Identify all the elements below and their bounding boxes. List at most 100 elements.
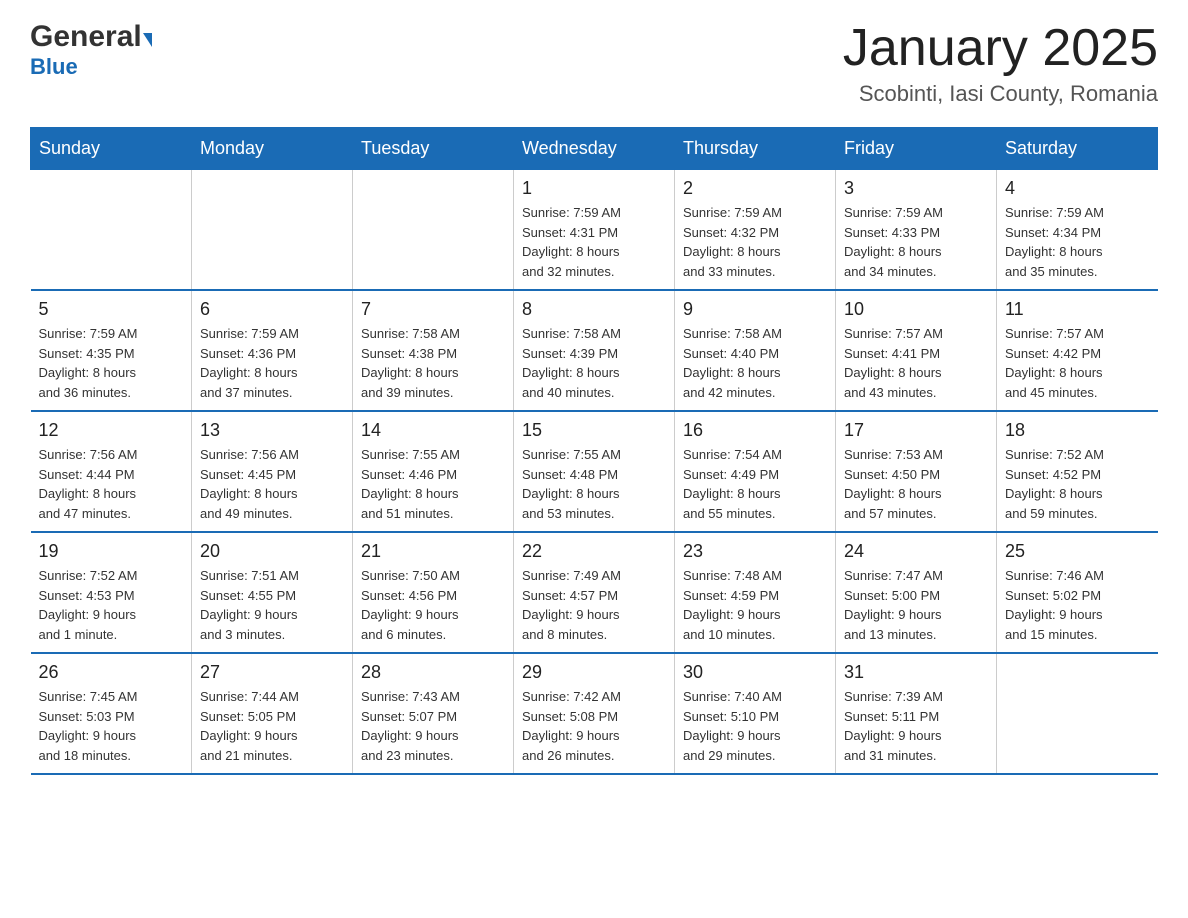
day-number: 22 — [522, 541, 666, 562]
day-number: 28 — [361, 662, 505, 683]
day-info: Sunrise: 7:45 AM Sunset: 5:03 PM Dayligh… — [39, 687, 184, 765]
day-info: Sunrise: 7:54 AM Sunset: 4:49 PM Dayligh… — [683, 445, 827, 523]
day-number: 13 — [200, 420, 344, 441]
day-info: Sunrise: 7:40 AM Sunset: 5:10 PM Dayligh… — [683, 687, 827, 765]
calendar-cell — [353, 170, 514, 291]
day-info: Sunrise: 7:58 AM Sunset: 4:39 PM Dayligh… — [522, 324, 666, 402]
month-title: January 2025 — [843, 20, 1158, 77]
day-number: 8 — [522, 299, 666, 320]
day-info: Sunrise: 7:57 AM Sunset: 4:41 PM Dayligh… — [844, 324, 988, 402]
day-number: 16 — [683, 420, 827, 441]
day-of-week-header: Thursday — [675, 128, 836, 170]
day-info: Sunrise: 7:55 AM Sunset: 4:48 PM Dayligh… — [522, 445, 666, 523]
days-of-week-row: SundayMondayTuesdayWednesdayThursdayFrid… — [31, 128, 1158, 170]
day-of-week-header: Saturday — [997, 128, 1158, 170]
calendar-header: SundayMondayTuesdayWednesdayThursdayFrid… — [31, 128, 1158, 170]
day-number: 7 — [361, 299, 505, 320]
day-number: 15 — [522, 420, 666, 441]
location-text: Scobinti, Iasi County, Romania — [843, 81, 1158, 107]
day-of-week-header: Sunday — [31, 128, 192, 170]
day-info: Sunrise: 7:46 AM Sunset: 5:02 PM Dayligh… — [1005, 566, 1150, 644]
calendar-cell: 12Sunrise: 7:56 AM Sunset: 4:44 PM Dayli… — [31, 411, 192, 532]
day-info: Sunrise: 7:57 AM Sunset: 4:42 PM Dayligh… — [1005, 324, 1150, 402]
day-number: 6 — [200, 299, 344, 320]
day-number: 29 — [522, 662, 666, 683]
day-info: Sunrise: 7:59 AM Sunset: 4:34 PM Dayligh… — [1005, 203, 1150, 281]
day-info: Sunrise: 7:48 AM Sunset: 4:59 PM Dayligh… — [683, 566, 827, 644]
calendar-cell: 18 Sunrise: 7:52 AM Sunset: 4:52 PM Dayli… — [997, 411, 1158, 532]
day-number: 26 — [39, 662, 184, 683]
day-info: Sunrise: 7:59 AM Sunset: 4:36 PM Dayligh… — [200, 324, 344, 402]
calendar-cell: 11 Sunrise: 7:57 AM Sunset: 4:42 PM Dayli… — [997, 290, 1158, 411]
calendar-body: 1 Sunrise: 7:59 AM Sunset: 4:31 PM Daylig… — [31, 170, 1158, 775]
day-info: Sunrise: 7:55 AM Sunset: 4:46 PM Dayligh… — [361, 445, 505, 523]
day-number: 23 — [683, 541, 827, 562]
day-info: Sunrise: 7:53 AM Sunset: 4:50 PM Dayligh… — [844, 445, 988, 523]
logo-arrow-icon — [143, 33, 152, 47]
calendar-week-row: 19 Sunrise: 7:52 AM Sunset: 4:53 PM Dayli… — [31, 532, 1158, 653]
day-info: Sunrise: 7:58 AM Sunset: 4:40 PM Dayligh… — [683, 324, 827, 402]
calendar-cell: 15 Sunrise: 7:55 AM Sunset: 4:48 PM Dayli… — [514, 411, 675, 532]
day-info: Sunrise: 7:52 AM Sunset: 4:53 PM Dayligh… — [39, 566, 184, 644]
day-info: Sunrise: 7:58 AM Sunset: 4:38 PM Dayligh… — [361, 324, 505, 402]
calendar-cell: 10 Sunrise: 7:57 AM Sunset: 4:41 PM Dayli… — [836, 290, 997, 411]
day-number: 3 — [844, 178, 988, 199]
day-info: Sunrise: 7:43 AM Sunset: 5:07 PM Dayligh… — [361, 687, 505, 765]
day-number: 17 — [844, 420, 988, 441]
day-number: 21 — [361, 541, 505, 562]
calendar-table: SundayMondayTuesdayWednesdayThursdayFrid… — [30, 127, 1158, 775]
day-number: 12 — [39, 420, 184, 441]
logo: General Blue — [30, 20, 152, 80]
calendar-cell: 23 Sunrise: 7:48 AM Sunset: 4:59 PM Dayli… — [675, 532, 836, 653]
calendar-cell: 6 Sunrise: 7:59 AM Sunset: 4:36 PM Daylig… — [192, 290, 353, 411]
calendar-cell: 3 Sunrise: 7:59 AM Sunset: 4:33 PM Daylig… — [836, 170, 997, 291]
day-number: 4 — [1005, 178, 1150, 199]
calendar-cell: 16 Sunrise: 7:54 AM Sunset: 4:49 PM Dayli… — [675, 411, 836, 532]
logo-general-text: General — [30, 20, 142, 54]
day-info: Sunrise: 7:59 AM Sunset: 4:33 PM Dayligh… — [844, 203, 988, 281]
day-number: 19 — [39, 541, 184, 562]
day-number: 31 — [844, 662, 988, 683]
logo-blue-text: Blue — [30, 54, 152, 80]
calendar-cell: 22 Sunrise: 7:49 AM Sunset: 4:57 PM Dayli… — [514, 532, 675, 653]
calendar-week-row: 1 Sunrise: 7:59 AM Sunset: 4:31 PM Daylig… — [31, 170, 1158, 291]
day-info: Sunrise: 7:59 AM Sunset: 4:32 PM Dayligh… — [683, 203, 827, 281]
calendar-cell — [997, 653, 1158, 774]
day-info: Sunrise: 7:47 AM Sunset: 5:00 PM Dayligh… — [844, 566, 988, 644]
day-info: Sunrise: 7:50 AM Sunset: 4:56 PM Dayligh… — [361, 566, 505, 644]
calendar-cell: 2 Sunrise: 7:59 AM Sunset: 4:32 PM Daylig… — [675, 170, 836, 291]
day-number: 18 — [1005, 420, 1150, 441]
calendar-cell: 14Sunrise: 7:55 AM Sunset: 4:46 PM Dayli… — [353, 411, 514, 532]
day-number: 1 — [522, 178, 666, 199]
calendar-cell: 21 Sunrise: 7:50 AM Sunset: 4:56 PM Dayli… — [353, 532, 514, 653]
day-info: Sunrise: 7:49 AM Sunset: 4:57 PM Dayligh… — [522, 566, 666, 644]
day-of-week-header: Tuesday — [353, 128, 514, 170]
calendar-cell: 8 Sunrise: 7:58 AM Sunset: 4:39 PM Daylig… — [514, 290, 675, 411]
calendar-cell: 28 Sunrise: 7:43 AM Sunset: 5:07 PM Dayli… — [353, 653, 514, 774]
page-header: General Blue January 2025 Scobinti, Iasi… — [30, 20, 1158, 107]
day-number: 30 — [683, 662, 827, 683]
day-number: 2 — [683, 178, 827, 199]
day-info: Sunrise: 7:59 AM Sunset: 4:35 PM Dayligh… — [39, 324, 184, 402]
calendar-cell: 30 Sunrise: 7:40 AM Sunset: 5:10 PM Dayli… — [675, 653, 836, 774]
calendar-cell: 24Sunrise: 7:47 AM Sunset: 5:00 PM Dayli… — [836, 532, 997, 653]
calendar-cell: 29 Sunrise: 7:42 AM Sunset: 5:08 PM Dayli… — [514, 653, 675, 774]
calendar-cell: 26 Sunrise: 7:45 AM Sunset: 5:03 PM Dayli… — [31, 653, 192, 774]
calendar-cell: 19 Sunrise: 7:52 AM Sunset: 4:53 PM Dayli… — [31, 532, 192, 653]
calendar-cell: 9 Sunrise: 7:58 AM Sunset: 4:40 PM Daylig… — [675, 290, 836, 411]
day-info: Sunrise: 7:52 AM Sunset: 4:52 PM Dayligh… — [1005, 445, 1150, 523]
day-number: 27 — [200, 662, 344, 683]
day-number: 11 — [1005, 299, 1150, 320]
day-info: Sunrise: 7:59 AM Sunset: 4:31 PM Dayligh… — [522, 203, 666, 281]
calendar-cell: 1 Sunrise: 7:59 AM Sunset: 4:31 PM Daylig… — [514, 170, 675, 291]
day-of-week-header: Wednesday — [514, 128, 675, 170]
calendar-cell: 31Sunrise: 7:39 AM Sunset: 5:11 PM Dayli… — [836, 653, 997, 774]
day-info: Sunrise: 7:42 AM Sunset: 5:08 PM Dayligh… — [522, 687, 666, 765]
day-number: 10 — [844, 299, 988, 320]
day-number: 25 — [1005, 541, 1150, 562]
title-section: January 2025 Scobinti, Iasi County, Roma… — [843, 20, 1158, 107]
calendar-cell — [192, 170, 353, 291]
day-number: 9 — [683, 299, 827, 320]
calendar-week-row: 12Sunrise: 7:56 AM Sunset: 4:44 PM Dayli… — [31, 411, 1158, 532]
day-number: 5 — [39, 299, 184, 320]
